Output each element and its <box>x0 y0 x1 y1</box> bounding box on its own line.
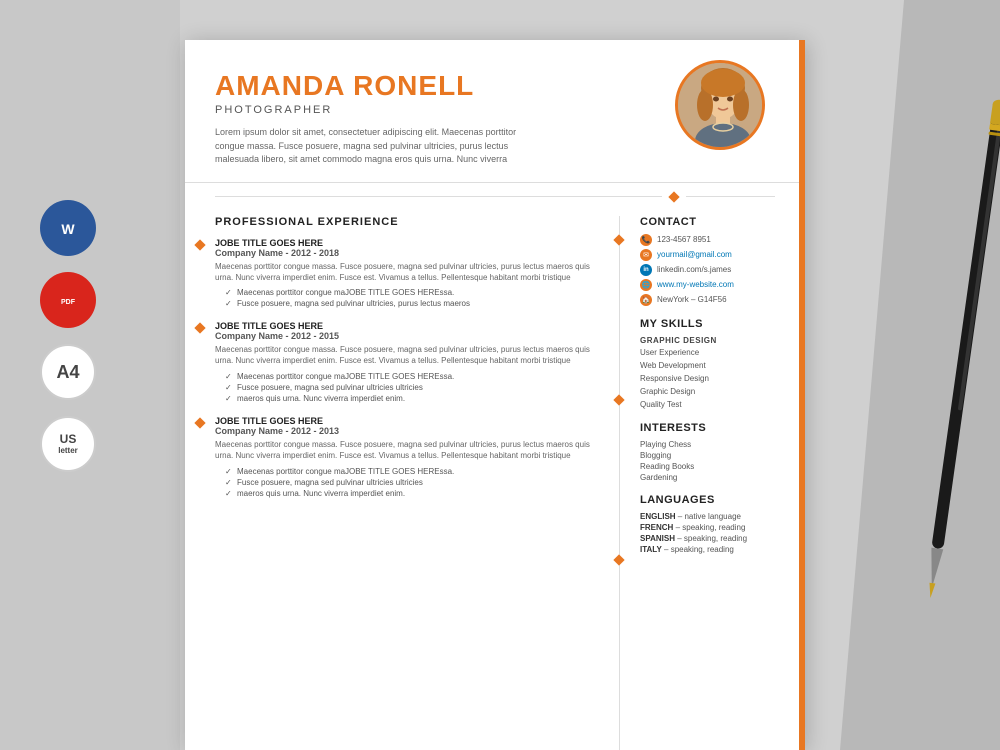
linkedin-icon: in <box>640 264 652 276</box>
job-desc-2: Maecenas porttitor congue massa. Fusce p… <box>215 344 599 366</box>
contact-phone: 📞 123-4567 8951 <box>640 234 785 246</box>
email-icon: ✉ <box>640 249 652 261</box>
linkedin-text: linkedin.com/s.james <box>657 265 731 274</box>
top-skill: GRAPHIC DESIGN <box>640 336 785 345</box>
phone-icon: 📞 <box>640 234 652 246</box>
skill-1: User Experience <box>640 347 785 358</box>
bullet-1-2: Fusce posuere, magna sed pulvinar ultric… <box>225 298 599 309</box>
job-desc-3: Maecenas porttitor congue massa. Fusce p… <box>215 439 599 461</box>
bullet-3-2: Fusce posuere, magna sed pulvinar ultric… <box>225 477 599 488</box>
job-title-2: JOBE TITLE GOES HERE <box>215 321 599 331</box>
resume-header: AMANDA RONELL PHOTOGRAPHER Lorem ipsum d… <box>185 40 805 183</box>
lang-level-4-text: speaking, reading <box>671 545 734 554</box>
col-divider-dot-2 <box>613 394 624 405</box>
email-text: yourmail@gmail.com <box>657 250 732 259</box>
bullet-3-3: maeros quis urna. Nunc viverra imperdiet… <box>225 488 599 499</box>
lang-name-2: FRENCH <box>640 523 673 532</box>
job-title-3: JOBE TITLE GOES HERE <box>215 416 599 426</box>
skills-section-title: MY SKILLS <box>640 318 785 330</box>
job-company-3: Company Name - 2012 - 2013 <box>215 426 599 436</box>
website-text: www.my-website.com <box>657 280 734 289</box>
job-entry-3: JOBE TITLE GOES HERE Company Name - 2012… <box>215 416 599 499</box>
bullet-2-2: Fusce posuere, magna sed pulvinar ultric… <box>225 382 599 393</box>
lang-1: ENGLISH – native language <box>640 512 785 521</box>
job-bullets-3: Maecenas porttitor congue maJOBE TITLE G… <box>215 466 599 500</box>
interest-4: Gardening <box>640 473 785 482</box>
word-icon[interactable]: W <box>40 200 96 256</box>
experience-section-title: PROFESSIONAL EXPERIENCE <box>215 216 599 228</box>
lang-name-4: ITALY <box>640 545 662 554</box>
location-icon: 🏠 <box>640 294 652 306</box>
svg-text:PDF: PDF <box>61 299 76 306</box>
job-company-1: Company Name - 2012 - 2018 <box>215 248 599 258</box>
divider-dot <box>668 191 679 202</box>
lang-level-3-text: speaking, reading <box>684 534 747 543</box>
skill-3: Responsive Design <box>640 373 785 384</box>
job-entry-2: JOBE TITLE GOES HERE Company Name - 2012… <box>215 321 599 404</box>
bullet-2-1: Maecenas porttitor congue maJOBE TITLE G… <box>225 371 599 382</box>
svg-text:W: W <box>61 221 75 237</box>
interests-section-title: INTERESTS <box>640 422 785 434</box>
job-title-1: JOBE TITLE GOES HERE <box>215 238 599 248</box>
bullet-1-1: Maecenas porttitor congue maJOBE TITLE G… <box>225 287 599 298</box>
section-divider <box>215 193 775 201</box>
lang-level-1-text: native language <box>684 512 741 521</box>
lang-name-3: SPANISH <box>640 534 675 543</box>
contact-location: 🏠 NewYork – G14F56 <box>640 294 785 306</box>
column-divider <box>619 216 620 750</box>
lang-level-4: – <box>664 545 671 554</box>
job-dot-1 <box>194 239 205 250</box>
resume-body: PROFESSIONAL EXPERIENCE JOBE TITLE GOES … <box>185 201 805 750</box>
skill-2: Web Development <box>640 360 785 371</box>
job-desc-1: Maecenas porttitor congue massa. Fusce p… <box>215 261 599 283</box>
lang-name-1: ENGLISH <box>640 512 676 521</box>
interest-3: Reading Books <box>640 462 785 471</box>
lang-2: FRENCH – speaking, reading <box>640 523 785 532</box>
job-bullets-1: Maecenas porttitor congue maJOBE TITLE G… <box>215 287 599 309</box>
lang-level-3: – <box>677 534 684 543</box>
left-column: PROFESSIONAL EXPERIENCE JOBE TITLE GOES … <box>185 216 614 750</box>
skill-5: Quality Test <box>640 399 785 410</box>
job-dot-2 <box>194 323 205 334</box>
lang-level-2-text: speaking, reading <box>682 523 745 532</box>
skill-4: Graphic Design <box>640 386 785 397</box>
interest-1: Playing Chess <box>640 440 785 449</box>
a4-icon[interactable]: A4 <box>40 344 96 400</box>
bullet-3-1: Maecenas porttitor congue maJOBE TITLE G… <box>225 466 599 477</box>
candidate-bio: Lorem ipsum dolor sit amet, consectetuer… <box>215 126 535 167</box>
candidate-photo <box>675 60 765 150</box>
website-icon: 🌐 <box>640 279 652 291</box>
contact-website: 🌐 www.my-website.com <box>640 279 785 291</box>
job-company-2: Company Name - 2012 - 2015 <box>215 331 599 341</box>
languages-section: LANGUAGES ENGLISH – native language FREN… <box>640 494 785 554</box>
job-dot-3 <box>194 418 205 429</box>
resume-paper: AMANDA RONELL PHOTOGRAPHER Lorem ipsum d… <box>185 40 805 750</box>
us-letter-icon[interactable]: US letter <box>40 416 96 472</box>
pdf-icon[interactable]: PDF <box>40 272 96 328</box>
location-text: NewYork – G14F56 <box>657 295 727 304</box>
contact-section: CONTACT 📞 123-4567 8951 ✉ yourmail@gmail… <box>640 216 785 306</box>
languages-section-title: LANGUAGES <box>640 494 785 506</box>
lang-3: SPANISH – speaking, reading <box>640 534 785 543</box>
bullet-2-3: maeros quis urna. Nunc viverra imperdiet… <box>225 393 599 404</box>
contact-linkedin: in linkedin.com/s.james <box>640 264 785 276</box>
job-entry-1: JOBE TITLE GOES HERE Company Name - 2012… <box>215 238 599 310</box>
job-bullets-2: Maecenas porttitor congue maJOBE TITLE G… <box>215 371 599 405</box>
contact-section-title: CONTACT <box>640 216 785 228</box>
phone-text: 123-4567 8951 <box>657 235 711 244</box>
lang-4: ITALY – speaking, reading <box>640 545 785 554</box>
side-icons: W PDF A4 US letter <box>40 200 96 472</box>
skills-section: MY SKILLS GRAPHIC DESIGN User Experience… <box>640 318 785 411</box>
interests-section: INTERESTS Playing Chess Blogging Reading… <box>640 422 785 482</box>
col-divider-dot-3 <box>613 554 624 565</box>
interest-2: Blogging <box>640 451 785 460</box>
col-divider-dot-1 <box>613 234 624 245</box>
right-column: CONTACT 📞 123-4567 8951 ✉ yourmail@gmail… <box>625 216 805 750</box>
contact-email: ✉ yourmail@gmail.com <box>640 249 785 261</box>
